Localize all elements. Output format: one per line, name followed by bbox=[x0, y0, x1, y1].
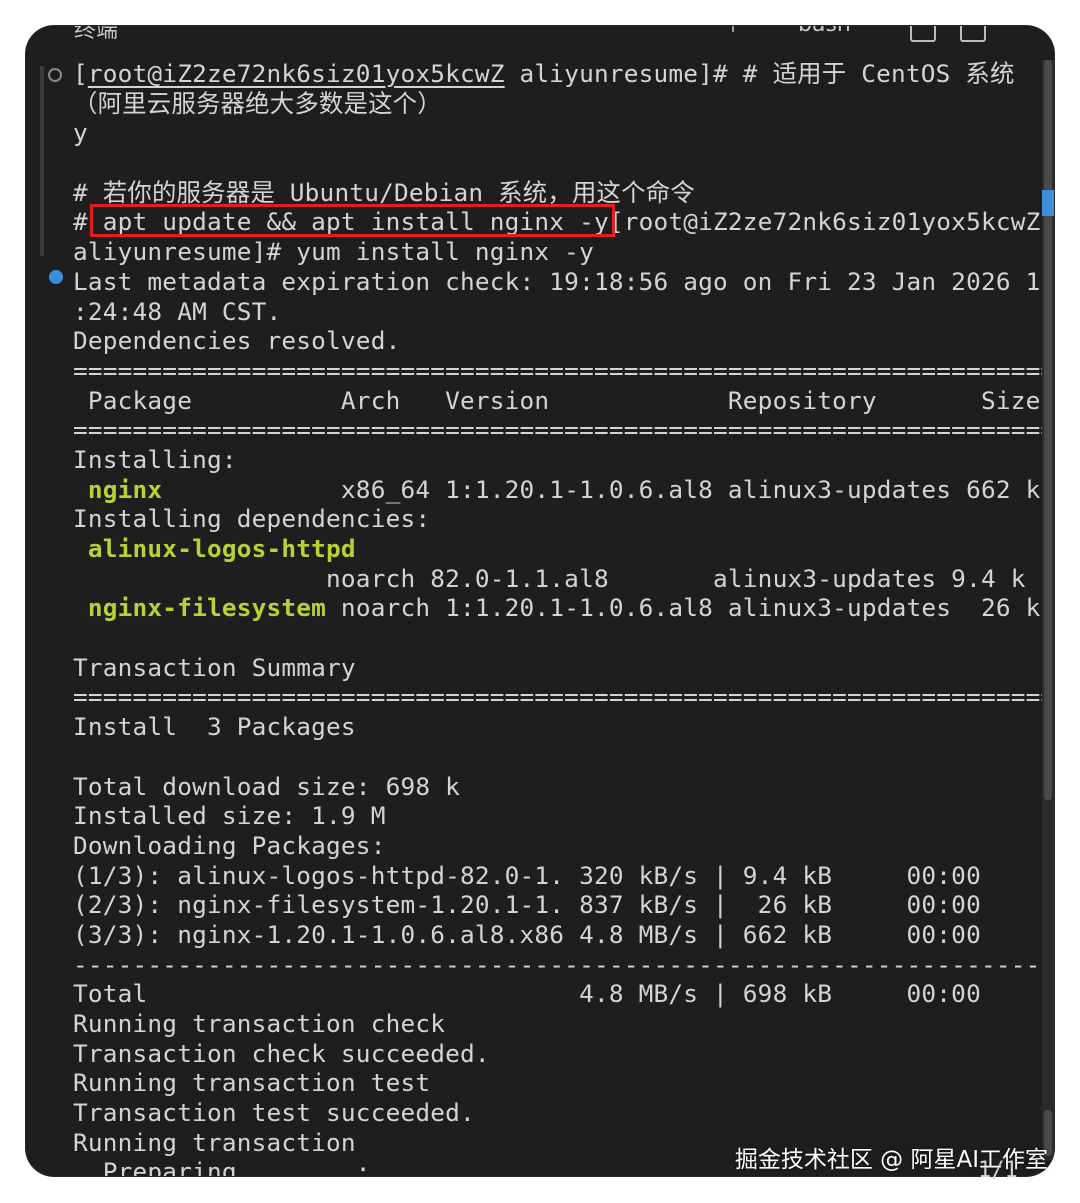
terminal-line: Last metadata expiration check: 19:18:56… bbox=[73, 267, 1054, 297]
terminal-line: Transaction check succeeded. bbox=[73, 1039, 1043, 1069]
terminal-text: Dependencies resolved. bbox=[73, 326, 401, 356]
separator-rule: ========================================… bbox=[73, 355, 1043, 385]
terminal-line: Package Arch Version Repository Size bbox=[73, 386, 1043, 416]
terminal-text: Install 3 Packages bbox=[73, 712, 356, 742]
terminal-text: Total download size: 698 k bbox=[73, 771, 460, 801]
package-name: nginx bbox=[73, 474, 163, 504]
terminal-line: (2/3): nginx-filesystem-1.20.1-1. 837 kB… bbox=[73, 890, 1043, 920]
terminal-text: Preparing : bbox=[73, 1157, 371, 1176]
terminal-line: （阿里云服务器绝大多数是这个） bbox=[73, 89, 1043, 119]
terminal-text: [ bbox=[73, 59, 88, 88]
command-running-icon[interactable] bbox=[49, 270, 63, 284]
scroll-position-marker bbox=[1042, 190, 1054, 216]
terminal-text: Transaction Summary bbox=[73, 652, 356, 682]
terminal-line: Total download size: 698 k bbox=[73, 772, 1043, 802]
scrollbar[interactable] bbox=[1042, 60, 1054, 1160]
terminal-line: Dependencies resolved. bbox=[73, 326, 1043, 356]
scrollbar-thumb[interactable] bbox=[1044, 60, 1052, 800]
terminal-text: Transaction check succeeded. bbox=[73, 1038, 490, 1068]
terminal-line: Running transaction test bbox=[73, 1068, 1043, 1098]
terminal-line: noarch 82.0-1.1.al8 alinux3-updates 9.4 … bbox=[73, 564, 1043, 594]
terminal-text: root@iZ2ze72nk6siz01yox5kcwZ bbox=[87, 59, 505, 88]
terminal-text: (2/3): nginx-filesystem-1.20.1-1. 837 kB… bbox=[73, 890, 981, 920]
shell-label[interactable]: bash bbox=[798, 26, 851, 37]
terminal-text: Running transaction bbox=[73, 1127, 356, 1157]
terminal-line: # 若你的服务器是 Ubuntu/Debian 系统，用这个命令 bbox=[73, 178, 1043, 208]
terminal-line: (3/3): nginx-1.20.1-1.0.6.al8.x86 4.8 MB… bbox=[73, 920, 1043, 950]
terminal-line: (1/3): alinux-logos-httpd-82.0-1. 320 kB… bbox=[73, 861, 1043, 891]
highlight-box bbox=[90, 204, 615, 237]
title-bar: 终端 bash bbox=[26, 26, 1054, 48]
separator-rule: ========================================… bbox=[73, 682, 1043, 712]
terminal-text: aliyunresume]# yum install nginx -y bbox=[73, 237, 594, 267]
terminal-text: Installing dependencies: bbox=[73, 504, 431, 534]
terminal-text: aliyunresume]# # 适用于 CentOS 系统 bbox=[504, 59, 1015, 88]
terminal-line: # apt update && apt install nginx -y[roo… bbox=[73, 207, 1043, 237]
terminal-line: Installed size: 1.9 M bbox=[73, 801, 1043, 831]
terminal-line: Running transaction check bbox=[73, 1009, 1043, 1039]
terminal-line: Install 3 Packages bbox=[73, 712, 1043, 742]
terminal-line: aliyunresume]# yum install nginx -y bbox=[73, 237, 1043, 267]
terminal-text: (3/3): nginx-1.20.1-1.0.6.al8.x86 4.8 MB… bbox=[73, 919, 981, 949]
command-gutter bbox=[40, 66, 44, 256]
terminal-line: Downloading Packages: bbox=[73, 831, 1043, 861]
terminal-line: Installing dependencies: bbox=[73, 504, 1043, 534]
separator-rule: ========================================… bbox=[73, 415, 1043, 445]
terminal-text: Package Arch Version Repository Size bbox=[73, 385, 1041, 415]
terminal-line: Transaction Summary bbox=[73, 653, 1043, 683]
separator-rule: ----------------------------------------… bbox=[73, 949, 1043, 979]
terminal-line: Installing: bbox=[73, 445, 1043, 475]
package-name: nginx-filesystem bbox=[73, 593, 327, 623]
terminal-text: # 若你的服务器是 Ubuntu/Debian 系统，用这个命令 bbox=[73, 177, 695, 207]
trash-icon[interactable] bbox=[960, 26, 986, 42]
terminal-line: nginx x86_64 1:1.20.1-1.0.6.al8 alinux3-… bbox=[73, 475, 1043, 505]
terminal-line: Transaction test succeeded. bbox=[73, 1098, 1043, 1128]
terminal-line: :24:48 AM CST. bbox=[73, 297, 1043, 327]
terminal-output[interactable]: [root@iZ2ze72nk6siz01yox5kcwZ aliyunresu… bbox=[73, 59, 1054, 1176]
terminal-text: (1/3): alinux-logos-httpd-82.0-1. 320 kB… bbox=[73, 860, 981, 890]
terminal-text: x86_64 1:1.20.1-1.0.6.al8 alinux3-update… bbox=[162, 474, 1041, 504]
terminal-text: :24:48 AM CST. bbox=[73, 296, 282, 326]
terminal-text: noarch 1:1.20.1-1.0.6.al8 alinux3-update… bbox=[326, 593, 1041, 623]
terminal-line: y bbox=[73, 118, 1043, 148]
split-terminal-icon[interactable] bbox=[910, 26, 936, 42]
terminal-text: Running transaction check bbox=[73, 1009, 446, 1038]
terminal-text: y bbox=[73, 118, 88, 148]
terminal-text: Last metadata expiration check: 19:18:56… bbox=[73, 266, 1054, 296]
terminal-text: Installed size: 1.9 M bbox=[73, 801, 386, 831]
terminal-text: Total 4.8 MB/s | 698 kB 00:00 bbox=[73, 979, 981, 1009]
command-decoration-icon[interactable] bbox=[48, 68, 62, 82]
package-name: alinux-logos-httpd bbox=[73, 534, 356, 563]
terminal-text: Downloading Packages: bbox=[73, 830, 386, 860]
terminal-text: （阿里云服务器绝大多数是这个） bbox=[73, 88, 442, 118]
terminal-window[interactable]: 终端 bash [root@iZ2ze72nk6siz01yox5kcwZ al… bbox=[26, 26, 1054, 1176]
terminal-text: Installing: bbox=[73, 444, 237, 474]
terminal-line: Total 4.8 MB/s | 698 kB 00:00 bbox=[73, 979, 1043, 1009]
tab-title[interactable]: 终端 bbox=[74, 26, 118, 44]
terminal-line: [root@iZ2ze72nk6siz01yox5kcwZ aliyunresu… bbox=[73, 59, 1043, 89]
terminal-line: nginx-filesystem noarch 1:1.20.1-1.0.6.a… bbox=[73, 593, 1043, 623]
terminal-text: noarch 82.0-1.1.al8 alinux3-updates 9.4 … bbox=[73, 563, 1026, 593]
terminal-line: alinux-logos-httpd bbox=[73, 534, 1043, 564]
title-separator bbox=[732, 26, 734, 32]
watermark: 掘金技术社区 @ 阿星AI工作室 bbox=[734, 1147, 1048, 1173]
terminal-text: Transaction test succeeded. bbox=[73, 1098, 475, 1128]
terminal-text: Running transaction test bbox=[73, 1068, 431, 1098]
